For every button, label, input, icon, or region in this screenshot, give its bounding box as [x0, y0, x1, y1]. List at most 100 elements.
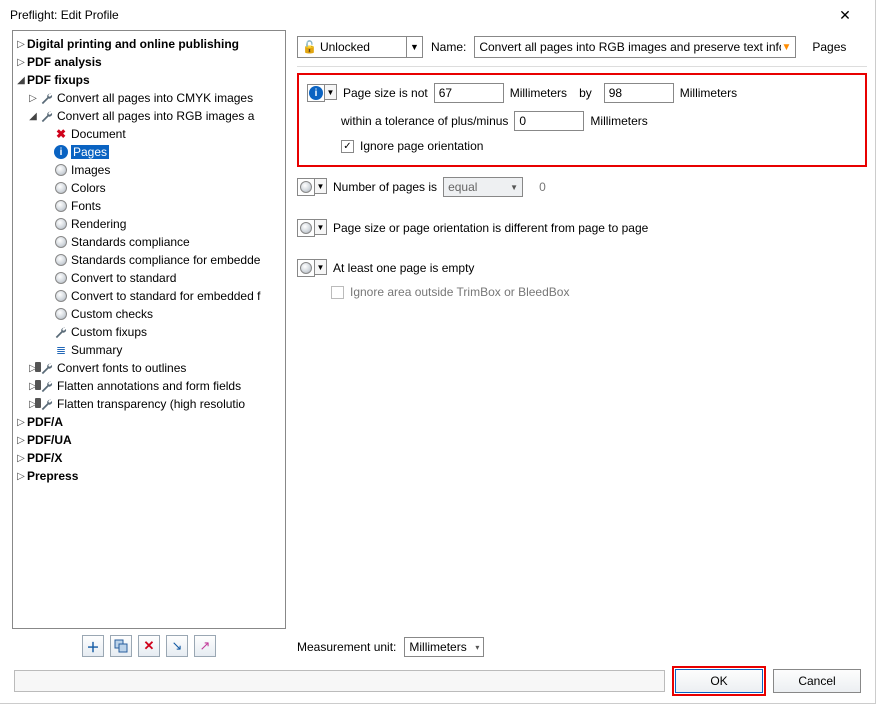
- collapse-icon[interactable]: ▷: [15, 39, 27, 50]
- delete-button[interactable]: ✕: [138, 635, 160, 657]
- body: ▷Digital printing and online publishing …: [0, 30, 875, 659]
- collapse-icon[interactable]: ▷: [15, 453, 27, 464]
- ignore-area-checkbox: [331, 286, 344, 299]
- page-size-row: i▼ Page size is not 67 Millimeters by 98…: [307, 83, 857, 103]
- severity-picker[interactable]: ▼: [297, 259, 327, 277]
- collapse-icon[interactable]: ▷: [15, 417, 27, 428]
- tree-pdf-analysis[interactable]: PDF analysis: [27, 55, 102, 69]
- page-width-input[interactable]: 67: [434, 83, 504, 103]
- unit-h: Millimeters: [680, 86, 737, 100]
- num-pages-value: 0: [539, 180, 546, 194]
- ignore-area-label: Ignore area outside TrimBox or BleedBox: [350, 285, 569, 299]
- severity-picker[interactable]: i▼: [307, 84, 337, 102]
- cancel-button[interactable]: Cancel: [773, 669, 861, 693]
- ignore-orientation-checkbox[interactable]: ✓: [341, 140, 354, 153]
- status-bar: [14, 670, 665, 692]
- measurement-unit-row: Measurement unit: Millimeters▾: [297, 631, 867, 659]
- tree-conv-std[interactable]: Convert to standard: [71, 271, 176, 285]
- tree-fonts[interactable]: Fonts: [71, 199, 101, 213]
- expand-icon[interactable]: ◢: [27, 111, 39, 122]
- duplicate-button[interactable]: [110, 635, 132, 657]
- add-button[interactable]: ＋: [82, 635, 104, 657]
- tree-rendering[interactable]: Rendering: [71, 217, 126, 231]
- tree-conv-std-emb[interactable]: Convert to standard for embedded f: [71, 289, 260, 303]
- dot-icon: [53, 306, 69, 322]
- tree-cmyk[interactable]: Convert all pages into CMYK images: [57, 91, 253, 105]
- empty-label: At least one page is empty: [333, 261, 474, 275]
- left-column: ▷Digital printing and online publishing …: [12, 30, 287, 659]
- num-pages-op-select[interactable]: equal▼: [443, 177, 523, 197]
- dot-icon: [53, 288, 69, 304]
- tree-flatten-ann[interactable]: Flatten annotations and form fields: [57, 379, 241, 393]
- dot-icon: [53, 162, 69, 178]
- tree-std[interactable]: Standards compliance: [71, 235, 190, 249]
- dot-icon: [53, 252, 69, 268]
- summary-icon: ≣: [53, 342, 69, 358]
- tree-pdfa[interactable]: PDF/A: [27, 415, 63, 429]
- dot-icon: [300, 222, 312, 234]
- empty-row: ▼ At least one page is empty: [297, 259, 867, 277]
- tree-prepress[interactable]: Prepress: [27, 469, 78, 483]
- measurement-unit-select[interactable]: Millimeters▾: [404, 637, 484, 657]
- ok-button[interactable]: OK: [675, 669, 763, 693]
- right-column: 🔓Unlocked ▼ Name: Convert all pages into…: [287, 30, 867, 659]
- ignore-area-row: Ignore area outside TrimBox or BleedBox: [297, 285, 867, 299]
- tree-images[interactable]: Images: [71, 163, 110, 177]
- expand-icon[interactable]: ◢: [15, 75, 27, 86]
- titlebar: Preflight: Edit Profile ✕: [0, 0, 875, 30]
- tree-cchecks[interactable]: Custom checks: [71, 307, 153, 321]
- tree-colors[interactable]: Colors: [71, 181, 106, 195]
- page-height-input[interactable]: 98: [604, 83, 674, 103]
- x-icon: ✖: [53, 126, 69, 142]
- num-pages-label: Number of pages is: [333, 180, 437, 194]
- collapse-icon[interactable]: ▷: [15, 471, 27, 482]
- triangle-down-icon[interactable]: ▼: [781, 42, 791, 53]
- profile-tree[interactable]: ▷Digital printing and online publishing …: [12, 30, 286, 629]
- category-link[interactable]: Pages: [812, 40, 846, 54]
- chevron-down-icon[interactable]: ▼: [325, 84, 337, 100]
- tree-pages[interactable]: Pages: [71, 145, 109, 159]
- import-button[interactable]: ↘: [166, 635, 188, 657]
- severity-picker[interactable]: ▼: [297, 219, 327, 237]
- tree-pdfua[interactable]: PDF/UA: [27, 433, 72, 447]
- export-button[interactable]: ↗: [194, 635, 216, 657]
- tolerance-row: within a tolerance of plus/minus 0 Milli…: [307, 111, 857, 131]
- severity-picker[interactable]: ▼: [297, 178, 327, 196]
- collapse-icon[interactable]: ▷: [15, 435, 27, 446]
- wrench-icon: [39, 108, 55, 124]
- close-icon[interactable]: ✕: [825, 7, 865, 24]
- page-size-group: i▼ Page size is not 67 Millimeters by 98…: [297, 73, 867, 167]
- tolerance-input[interactable]: 0: [514, 111, 584, 131]
- tree-toolbar: ＋ ✕ ↘ ↗: [12, 629, 286, 659]
- tree-summary[interactable]: Summary: [71, 343, 122, 357]
- unlock-icon: 🔓: [302, 40, 317, 54]
- tree-digital[interactable]: Digital printing and online publishing: [27, 37, 239, 51]
- chevron-down-icon[interactable]: ▼: [315, 178, 327, 194]
- settings-panel: i▼ Page size is not 67 Millimeters by 98…: [297, 73, 867, 631]
- by-label: by: [579, 86, 592, 100]
- diff-label: Page size or page orientation is differe…: [333, 221, 648, 235]
- profile-name-input[interactable]: Convert all pages into RGB images and pr…: [474, 36, 796, 58]
- dot-icon: [53, 234, 69, 250]
- tree-rgb[interactable]: Convert all pages into RGB images a: [57, 109, 254, 123]
- tree-cfixups[interactable]: Custom fixups: [71, 325, 147, 339]
- chevron-down-icon[interactable]: ▼: [406, 37, 422, 57]
- tree-flatten-tr[interactable]: Flatten transparency (high resolutio: [57, 397, 245, 411]
- collapse-icon[interactable]: ▷: [15, 57, 27, 68]
- tree-std-emb[interactable]: Standards compliance for embedde: [71, 253, 260, 267]
- window-title: Preflight: Edit Profile: [10, 8, 825, 22]
- tree-pdfx[interactable]: PDF/X: [27, 451, 62, 465]
- tree-document[interactable]: Document: [71, 127, 126, 141]
- locked-wrench-icon: [39, 396, 55, 412]
- locked-wrench-icon: [39, 378, 55, 394]
- chevron-down-icon[interactable]: ▼: [315, 259, 327, 275]
- tree-convert-fonts[interactable]: Convert fonts to outlines: [57, 361, 186, 375]
- tree-pdf-fixups[interactable]: PDF fixups: [27, 73, 90, 87]
- info-icon: i: [53, 144, 69, 160]
- locked-wrench-icon: [39, 360, 55, 376]
- chevron-down-icon[interactable]: ▼: [315, 219, 327, 235]
- lock-state-combo[interactable]: 🔓Unlocked ▼: [297, 36, 423, 58]
- tolerance-label: within a tolerance of plus/minus: [341, 114, 508, 128]
- dot-icon: [300, 181, 312, 193]
- collapse-icon[interactable]: ▷: [27, 93, 39, 104]
